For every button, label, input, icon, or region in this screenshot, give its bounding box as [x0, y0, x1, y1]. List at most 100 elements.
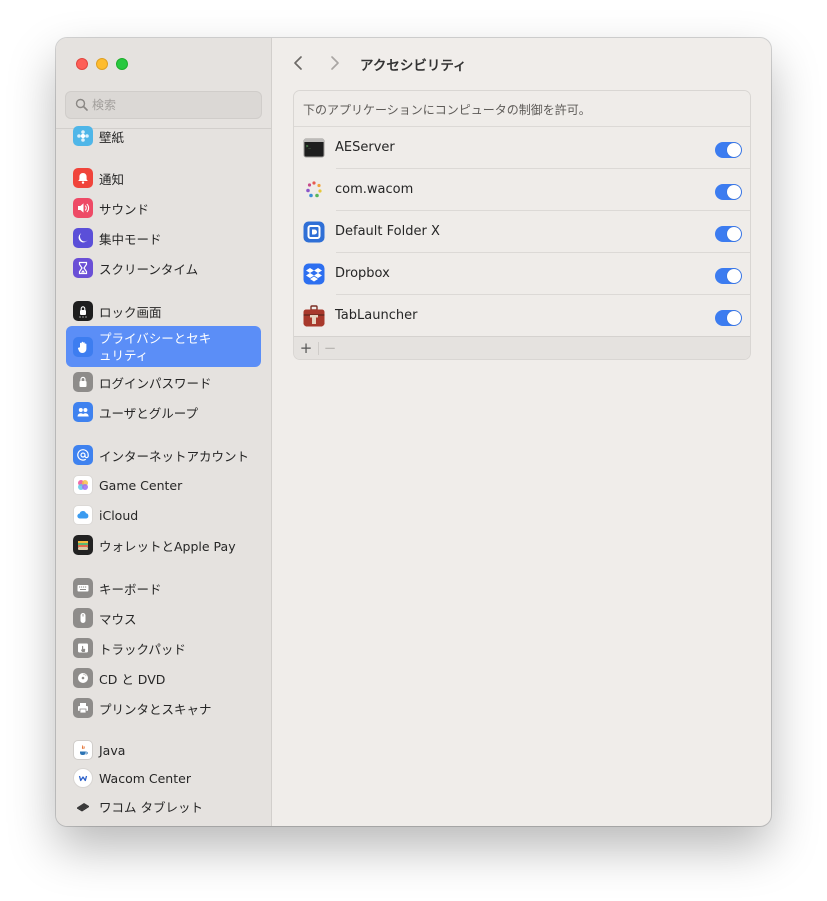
sidebar-item-printers-scanners[interactable]: プリンタとスキャナ: [66, 694, 261, 722]
app-row-tablauncher[interactable]: TabLauncher: [294, 295, 750, 337]
sidebar-item-label: キーボード: [99, 581, 162, 597]
wallpaper-icon: [73, 126, 93, 146]
remove-app-button[interactable]: −: [319, 338, 341, 358]
terminal-icon: >_: [303, 138, 325, 158]
search-icon: [75, 98, 88, 111]
app-name: Dropbox: [335, 266, 390, 281]
forward-button[interactable]: [325, 54, 343, 72]
sidebar-item-label: サウンド: [99, 201, 150, 217]
sidebar-item-label: 壁紙: [99, 129, 125, 145]
mouse-icon: [73, 608, 93, 628]
sidebar-item-label: ロック画面: [99, 304, 162, 320]
wacom-dots-icon: [306, 181, 322, 198]
default-folder-x-icon: [303, 221, 325, 243]
accessibility-apps-panel: 下のアプリケーションにコンピュータの制御を許可。 >_ AEServer com: [293, 90, 751, 360]
users-icon: [73, 402, 93, 422]
at-icon: [73, 445, 93, 465]
app-name: TabLauncher: [335, 308, 418, 323]
panel-footer: + −: [294, 336, 750, 359]
wacom-icon: [73, 768, 93, 788]
trackpad-icon: [73, 638, 93, 658]
sidebar-item-focus[interactable]: 集中モード: [66, 224, 261, 252]
bell-icon: [73, 168, 93, 188]
sidebar-item-label: Java: [99, 742, 126, 758]
game-center-icon: [73, 475, 93, 495]
lock-screen-icon: [73, 301, 93, 321]
sidebar-item-trackpad[interactable]: トラックパッド: [66, 634, 261, 662]
toolbox-icon: [303, 305, 325, 327]
sidebar-item-label: 集中モード: [99, 231, 162, 247]
sidebar-item-label: ワコム タブレット: [99, 799, 203, 815]
dropbox-icon: [303, 263, 325, 285]
lock-icon: [73, 372, 93, 392]
sidebar-item-lock-screen[interactable]: ロック画面: [66, 297, 261, 325]
sidebar-item-label: マウス: [99, 611, 137, 627]
sidebar-item-label: Wacom Center: [99, 770, 191, 786]
cloud-icon: [73, 505, 93, 525]
add-app-button[interactable]: +: [295, 338, 317, 358]
page-title: アクセシビリティ: [360, 58, 467, 74]
app-name: com.wacom: [335, 182, 414, 197]
hand-icon: [73, 336, 93, 357]
app-row-default-folder-x[interactable]: Default Folder X: [294, 211, 750, 253]
zoom-window-button[interactable]: [116, 58, 128, 70]
printer-icon: [73, 698, 93, 718]
wallet-icon: [73, 535, 93, 555]
search-field[interactable]: [65, 91, 262, 119]
sidebar-item-keyboard[interactable]: キーボード: [66, 574, 261, 602]
sidebar-item-label: ユーザとグループ: [99, 405, 199, 421]
tablet-icon: [73, 796, 93, 816]
sidebar-item-users-groups[interactable]: ユーザとグループ: [66, 398, 261, 426]
sidebar-item-label: プライバシーとセキュリティ: [99, 330, 212, 363]
app-name: AEServer: [335, 140, 395, 155]
sidebar-item-label: 通知: [99, 171, 125, 187]
search-input[interactable]: [92, 95, 252, 115]
sidebar-item-icloud[interactable]: iCloud: [66, 501, 261, 529]
sidebar-item-label: ウォレットとApple Pay: [99, 538, 236, 554]
sidebar-item-wallet[interactable]: ウォレットとApple Pay: [66, 531, 261, 559]
sidebar-item-label: Game Center: [99, 477, 183, 493]
panel-description: 下のアプリケーションにコンピュータの制御を許可。: [294, 91, 750, 127]
app-name: Default Folder X: [335, 224, 440, 239]
app-row-dropbox[interactable]: Dropbox: [294, 253, 750, 295]
sidebar-item-label: ログインパスワード: [99, 375, 212, 391]
app-toggle[interactable]: [715, 142, 742, 158]
back-button[interactable]: [290, 54, 308, 72]
sidebar-item-login-password[interactable]: ログインパスワード: [66, 368, 261, 396]
sidebar-item-label: トラックパッド: [99, 641, 186, 657]
app-row-aeserver[interactable]: >_ AEServer: [294, 127, 750, 169]
sidebar-item-sound[interactable]: サウンド: [66, 194, 261, 222]
moon-icon: [73, 228, 93, 248]
sidebar-item-label: インターネットアカウント: [99, 448, 250, 464]
sidebar-item-internet-accounts[interactable]: インターネットアカウント: [66, 441, 261, 469]
sidebar-item-mouse[interactable]: マウス: [66, 604, 261, 632]
sidebar-item-game-center[interactable]: Game Center: [66, 471, 261, 499]
keyboard-icon: [73, 578, 93, 598]
settings-window: 壁紙 通知 サウンド 集中モード スクリ: [56, 38, 771, 826]
hourglass-icon: [73, 258, 93, 278]
app-row-com-wacom[interactable]: com.wacom: [294, 169, 750, 211]
speaker-icon: [73, 198, 93, 218]
sidebar-item-privacy-security[interactable]: プライバシーとセキュリティ: [66, 326, 261, 367]
sidebar: 壁紙 通知 サウンド 集中モード スクリ: [56, 38, 272, 826]
java-icon: [73, 740, 93, 760]
sidebar-item-label: スクリーンタイム: [99, 261, 199, 277]
app-toggle[interactable]: [715, 184, 742, 200]
sidebar-item-java[interactable]: Java: [66, 736, 261, 764]
close-window-button[interactable]: [76, 58, 88, 70]
sidebar-item-label: iCloud: [99, 507, 139, 523]
sidebar-item-wacom-tablet[interactable]: ワコム タブレット: [66, 792, 261, 820]
sidebar-item-screen-time[interactable]: スクリーンタイム: [66, 254, 261, 282]
sidebar-item-wacom-center[interactable]: Wacom Center: [66, 764, 261, 792]
sidebar-item-label: CD と DVD: [99, 671, 166, 687]
sidebar-item-cd-dvd[interactable]: CD と DVD: [66, 664, 261, 692]
sidebar-item-wallpaper[interactable]: 壁紙: [66, 122, 261, 150]
app-toggle[interactable]: [715, 268, 742, 284]
minimize-window-button[interactable]: [96, 58, 108, 70]
toolbar: アクセシビリティ: [272, 38, 771, 90]
sidebar-item-label: プリンタとスキャナ: [99, 701, 212, 717]
disc-icon: [73, 668, 93, 688]
sidebar-item-notifications[interactable]: 通知: [66, 164, 261, 192]
app-toggle[interactable]: [715, 226, 742, 242]
app-toggle[interactable]: [715, 310, 742, 326]
